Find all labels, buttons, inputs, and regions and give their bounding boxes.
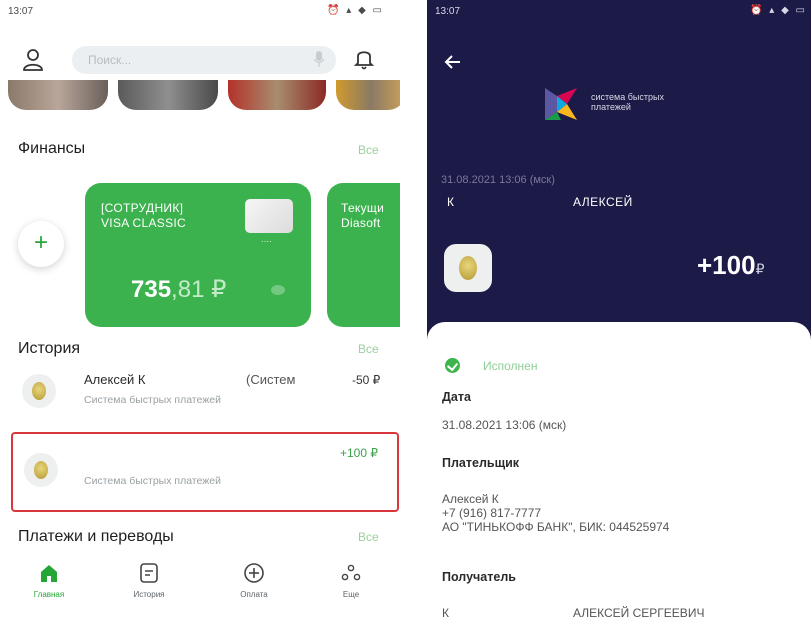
history-item-sub: Система быстрых платежей	[84, 394, 221, 406]
history-item-amount: +100 ₽	[340, 446, 378, 460]
eye-icon[interactable]	[271, 285, 285, 295]
finance-all-link[interactable]: Все	[358, 143, 379, 157]
search-placeholder: Поиск...	[88, 53, 132, 67]
sender-name: АЛЕКСЕЙ	[573, 195, 633, 209]
left-screen: 13:07 ⏰ ▴ ◆ ▭ Поиск... Финансы Все + [СО…	[0, 0, 400, 626]
sbp-logo-text: система быстрых платежей	[591, 92, 664, 112]
add-product-button[interactable]: +	[18, 221, 64, 267]
story-item[interactable]	[336, 80, 400, 110]
payer-bank: АО "ТИНЬКОФФ БАНК", БИК: 044525974	[442, 520, 670, 534]
date-label: Дата	[442, 390, 471, 404]
card-name: [СОТРУДНИК] VISA CLASSIC	[101, 201, 186, 231]
sbp-text-line2: платежей	[591, 102, 631, 112]
nav-history[interactable]: История	[114, 562, 184, 599]
card-name-line2: VISA CLASSIC	[101, 216, 186, 230]
bank-coin-icon	[24, 453, 58, 487]
status-time: 13:07	[8, 6, 34, 17]
payments-all-link[interactable]: Все	[358, 530, 379, 544]
nav-more-label: Еще	[342, 590, 360, 599]
status-icons: ⏰ ▴ ◆ ▭	[327, 5, 384, 16]
history-item[interactable]: Алексей К (Систем Система быстрых платеж…	[0, 362, 400, 424]
payer-phone: +7 (916) 817-7777	[442, 506, 542, 520]
balance-dec: ,81 ₽	[171, 276, 227, 303]
profile-icon[interactable]	[22, 48, 44, 72]
right-screen: 13:07 ⏰ ▴ ◆ ▭ система быстрых платежей 3…	[427, 0, 811, 626]
status-time: 13:07	[435, 6, 461, 17]
check-icon	[445, 358, 460, 373]
history-item-name: Алексей К	[84, 372, 146, 387]
nav-payment[interactable]: Оплата	[219, 562, 289, 599]
card-masked-number: ····	[261, 237, 272, 246]
recipient-name: АЛЕКСЕЙ СЕРГЕЕВИЧ	[573, 606, 705, 620]
payment-plus-icon	[244, 563, 264, 583]
payer-label: Плательщик	[442, 456, 520, 470]
story-item[interactable]	[8, 80, 108, 110]
story-item[interactable]	[228, 80, 326, 110]
top-bar: Поиск...	[0, 40, 400, 80]
recipient-initial: К	[442, 606, 449, 620]
date-value: 31.08.2021 13:06 (мск)	[442, 418, 567, 432]
history-item-amount: -50 ₽	[352, 373, 381, 387]
sender-initial: К	[447, 195, 454, 209]
plus-icon: +	[33, 229, 48, 256]
history-item-suffix: (Систем	[246, 372, 296, 387]
status-bar: 13:07 ⏰ ▴ ◆ ▭	[0, 0, 400, 24]
card-name-line1: [СОТРУДНИК]	[101, 201, 184, 215]
card2-line2: Diasoft	[341, 216, 381, 230]
history-all-link[interactable]: Все	[358, 342, 379, 356]
story-item[interactable]	[118, 80, 218, 110]
status-bar: 13:07 ⏰ ▴ ◆ ▭	[427, 0, 811, 24]
recipient-label: Получатель	[442, 570, 516, 584]
nav-more[interactable]: Еще	[316, 562, 386, 599]
stories-strip	[0, 80, 400, 112]
payments-title: Платежи и переводы	[18, 528, 174, 545]
bottom-nav: Главная История Оплата Еще	[0, 554, 400, 610]
history-title: История	[18, 340, 81, 357]
bank-coin-icon	[22, 374, 56, 408]
nav-history-label: История	[133, 590, 165, 599]
card2-name: Текущи Diasoft	[341, 201, 384, 231]
more-icon	[341, 564, 361, 581]
status-text: Исполнен	[483, 359, 538, 373]
bank-coin-icon	[444, 244, 492, 292]
card-visa-classic[interactable]: [СОТРУДНИК] VISA CLASSIC ···· 735,81 ₽	[85, 183, 311, 327]
history-item-sub: Система быстрых платежей	[84, 475, 221, 487]
finance-title: Финансы	[18, 140, 86, 157]
sbp-logo-icon	[545, 88, 577, 120]
microphone-icon[interactable]	[314, 51, 324, 67]
payer-name: Алексей К	[442, 492, 499, 506]
details-sheet: Исполнен Дата 31.08.2021 13:06 (мск) Пла…	[427, 322, 811, 626]
status-icons: ⏰ ▴ ◆ ▭	[750, 5, 807, 16]
currency-sign: ₽	[755, 261, 765, 277]
sbp-text-line1: система быстрых	[591, 92, 664, 102]
back-arrow-icon[interactable]	[443, 52, 463, 72]
nav-payment-label: Оплата	[240, 590, 268, 599]
transfer-amount: +100₽	[697, 250, 765, 281]
search-input[interactable]: Поиск...	[72, 46, 336, 74]
nav-home[interactable]: Главная	[14, 562, 84, 599]
amount-value: +100	[697, 250, 756, 280]
balance-int: 735	[131, 276, 172, 303]
card2-line1: Текущи	[341, 201, 385, 215]
transfer-date: 31.08.2021 13:06 (мск)	[441, 174, 555, 186]
home-icon	[41, 565, 57, 582]
history-icon	[140, 563, 158, 583]
card-balance: 735,81 ₽	[131, 275, 226, 304]
notifications-bell-icon[interactable]	[354, 46, 374, 70]
history-item[interactable]: Система быстрых платежей +100 ₽	[0, 440, 400, 502]
card-thumbnail	[245, 199, 293, 233]
nav-home-label: Главная	[33, 590, 65, 599]
card-current-account[interactable]: Текущи Diasoft	[327, 183, 400, 327]
